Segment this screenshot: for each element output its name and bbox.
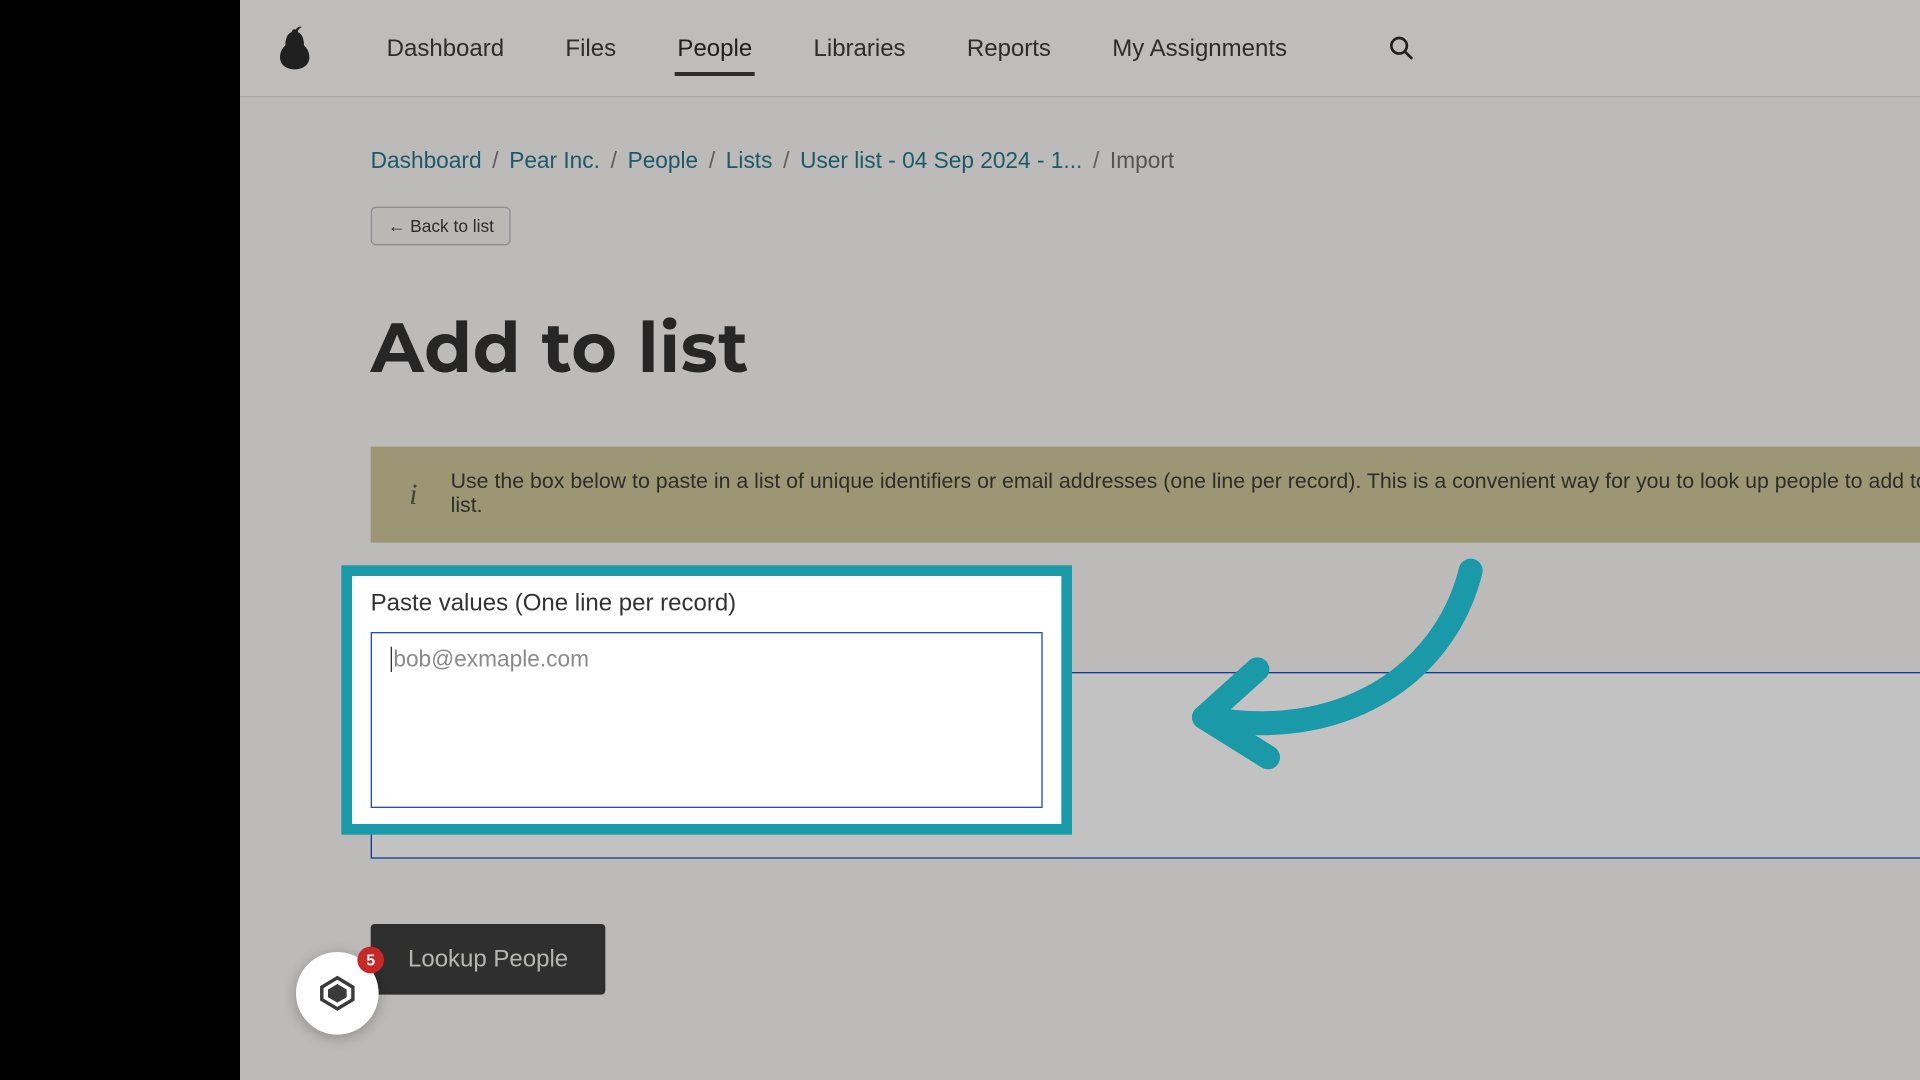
top-nav: Dashboard Files People Libraries Reports… xyxy=(240,0,1920,97)
nav-label: Dashboard xyxy=(387,34,504,61)
info-banner: i Use the box below to paste in a list o… xyxy=(371,447,1920,543)
breadcrumb-separator: / xyxy=(1093,148,1099,175)
crumb-current: Import xyxy=(1110,148,1174,175)
nav-label: Reports xyxy=(967,34,1051,61)
back-to-list-button[interactable]: ← Back to list xyxy=(371,207,512,246)
nav-label: Libraries xyxy=(814,34,906,61)
search-button[interactable] xyxy=(1388,35,1415,62)
nav-files[interactable]: Files xyxy=(565,2,616,94)
breadcrumb-separator: / xyxy=(611,148,617,175)
crumb-org[interactable]: Pear Inc. xyxy=(509,148,600,175)
page-title: Add to list xyxy=(371,307,1920,391)
widget-badge: 5 xyxy=(357,947,384,974)
crumb-dashboard[interactable]: Dashboard xyxy=(371,148,482,175)
info-icon: i xyxy=(400,477,427,512)
paste-textarea[interactable] xyxy=(371,672,1920,859)
breadcrumb: Dashboard / Pear Inc. / People / Lists /… xyxy=(371,148,1920,175)
nav-people[interactable]: People xyxy=(677,2,752,94)
search-icon xyxy=(1388,35,1415,62)
paste-form: Paste values (One line per record) Looku… xyxy=(371,631,1920,995)
breadcrumb-separator: / xyxy=(783,148,789,175)
nav-my-assignments[interactable]: My Assignments xyxy=(1112,2,1287,94)
help-widget-button[interactable]: 5 xyxy=(296,952,379,1035)
lookup-people-button[interactable]: Lookup People xyxy=(371,924,606,995)
letterbox-left xyxy=(0,0,240,1080)
nav-label: People xyxy=(677,34,752,61)
nav-label: Files xyxy=(565,34,616,61)
nav-label: My Assignments xyxy=(1112,34,1287,61)
widget-logo-icon xyxy=(319,975,356,1012)
logo-pear-icon xyxy=(277,24,312,72)
nav-libraries[interactable]: Libraries xyxy=(814,2,906,94)
nav-reports[interactable]: Reports xyxy=(967,2,1051,94)
crumb-people[interactable]: People xyxy=(628,148,699,175)
breadcrumb-separator: / xyxy=(709,148,715,175)
nav-dashboard[interactable]: Dashboard xyxy=(387,2,504,94)
paste-label: Paste values (One line per record) xyxy=(371,631,1920,659)
crumb-userlist[interactable]: User list - 04 Sep 2024 - 1... xyxy=(800,148,1082,175)
breadcrumb-separator: / xyxy=(492,148,498,175)
crumb-lists[interactable]: Lists xyxy=(726,148,773,175)
info-text: Use the box below to paste in a list of … xyxy=(451,471,1920,519)
